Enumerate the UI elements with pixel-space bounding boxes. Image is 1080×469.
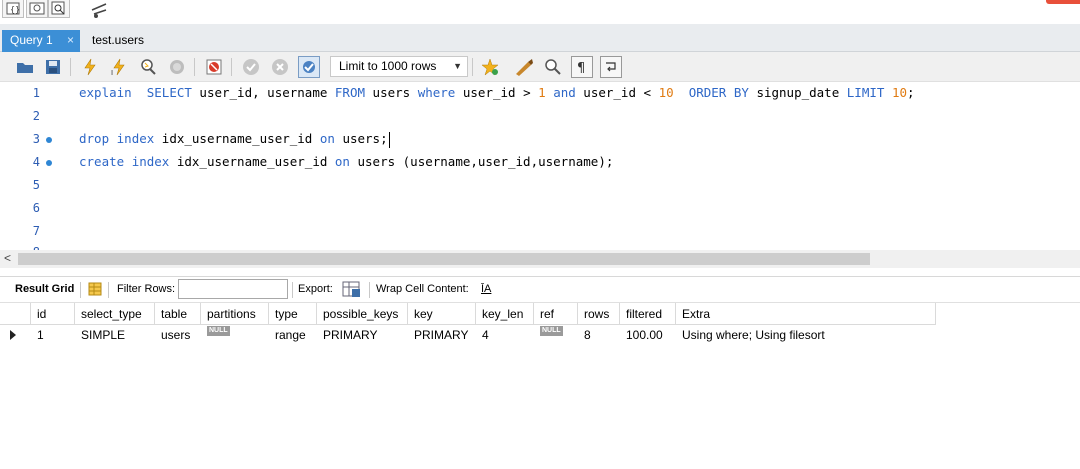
table-cell[interactable]: PRIMARY xyxy=(317,325,377,345)
code-line-3: drop index idx_username_user_id on users… xyxy=(79,131,390,148)
line-number: 7 xyxy=(32,224,40,238)
null-badge: NULL xyxy=(207,326,230,336)
query-toolbar: I Limit to 1000 rows ▼ ¶ xyxy=(0,52,1080,82)
tab-test-users[interactable]: test.users xyxy=(84,30,152,52)
wrap-icon[interactable] xyxy=(600,56,622,78)
scroll-left-icon[interactable]: < xyxy=(4,251,11,265)
row-header-corner xyxy=(0,303,31,325)
wrap-cell-icon[interactable]: ĪA xyxy=(481,283,491,295)
bookmark-star-icon[interactable] xyxy=(479,56,501,78)
statement-marker-icon xyxy=(46,160,52,166)
table-cell[interactable]: NULL xyxy=(534,325,563,345)
export-icon[interactable] xyxy=(342,280,362,301)
sql-editor[interactable]: 1 2 3 4 5 6 7 8 explain SELECT user_id, … xyxy=(0,82,1080,250)
main-toolbar: {} xyxy=(0,0,1080,24)
invisible-chars-icon[interactable]: ¶ xyxy=(571,56,593,78)
limit-rows-select[interactable]: Limit to 1000 rows ▼ xyxy=(330,56,468,77)
svg-text:{}: {} xyxy=(10,5,20,14)
table-cell[interactable]: users xyxy=(155,325,190,345)
chevron-down-icon: ▼ xyxy=(453,61,462,71)
column-header[interactable]: possible_keys xyxy=(317,303,408,325)
line-number: 4 xyxy=(32,155,40,169)
column-header[interactable]: partitions xyxy=(201,303,269,325)
column-header[interactable]: table xyxy=(155,303,201,325)
query-tab-bar: Query 1 × test.users xyxy=(0,24,1080,52)
toggle-error-icon[interactable] xyxy=(203,56,225,78)
new-query-icon[interactable]: {} xyxy=(2,0,24,18)
statement-marker-icon xyxy=(46,137,52,143)
table-cell[interactable]: 4 xyxy=(476,325,489,345)
stop-icon[interactable] xyxy=(166,56,188,78)
line-number: 6 xyxy=(32,201,40,215)
rollback-icon[interactable] xyxy=(269,56,291,78)
table-cell[interactable]: Using where; Using filesort xyxy=(676,325,825,345)
line-number: 1 xyxy=(32,86,40,100)
tab-query-1[interactable]: Query 1 × xyxy=(2,30,80,52)
limit-rows-label: Limit to 1000 rows xyxy=(339,59,437,73)
table-cell[interactable]: 8 xyxy=(578,325,591,345)
current-row-icon xyxy=(10,330,16,340)
code-line-4: create index idx_username_user_id on use… xyxy=(79,154,614,169)
table-cell[interactable]: 1 xyxy=(31,325,44,345)
tab-label: test.users xyxy=(92,33,145,47)
null-badge: NULL xyxy=(540,326,563,336)
tab-label: Query 1 xyxy=(10,33,53,47)
line-number: 5 xyxy=(32,178,40,192)
result-toolbar: Result Grid Filter Rows: Export: Wrap Ce… xyxy=(0,276,1080,302)
autocommit-icon[interactable] xyxy=(298,56,320,78)
column-header[interactable]: rows xyxy=(578,303,620,325)
commit-icon[interactable] xyxy=(240,56,262,78)
query-info-icon[interactable] xyxy=(26,0,48,18)
table-cell[interactable]: range xyxy=(269,325,306,345)
column-header[interactable]: key_len xyxy=(476,303,534,325)
scrollbar-thumb[interactable] xyxy=(18,253,870,265)
grid-view-icon[interactable] xyxy=(87,281,103,300)
export-label: Export: xyxy=(298,283,333,295)
column-header[interactable]: filtered xyxy=(620,303,676,325)
tab-close-icon[interactable]: × xyxy=(67,30,74,50)
svg-text:¶: ¶ xyxy=(577,61,585,75)
table-cell[interactable]: NULL xyxy=(201,325,230,345)
text-caret xyxy=(388,131,390,148)
open-folder-icon[interactable] xyxy=(14,56,36,78)
table-cell[interactable]: SIMPLE xyxy=(75,325,125,345)
column-header[interactable]: Extra xyxy=(676,303,936,325)
execute-icon[interactable] xyxy=(79,56,101,78)
result-grid-label[interactable]: Result Grid xyxy=(15,283,74,295)
table-cell[interactable]: PRIMARY xyxy=(408,325,468,345)
filter-rows-input[interactable] xyxy=(178,279,288,299)
line-number: 3 xyxy=(32,132,40,146)
window-close-button[interactable] xyxy=(1046,0,1080,4)
execute-current-icon[interactable]: I xyxy=(108,56,130,78)
code-line-1: explain SELECT user_id, username FROM us… xyxy=(79,85,915,100)
explain-icon[interactable] xyxy=(137,56,159,78)
line-gutter: 1 2 3 4 5 6 7 8 xyxy=(0,82,70,250)
line-number: 2 xyxy=(32,109,40,123)
filter-rows-label: Filter Rows: xyxy=(117,283,176,295)
column-header[interactable]: select_type xyxy=(75,303,155,325)
editor-horizontal-scrollbar[interactable]: < xyxy=(0,250,1080,268)
svg-text:I: I xyxy=(111,69,113,76)
inspector-icon[interactable] xyxy=(48,0,70,18)
column-header[interactable]: key xyxy=(408,303,476,325)
column-header[interactable]: id xyxy=(31,303,75,325)
column-header[interactable]: ref xyxy=(534,303,578,325)
result-grid: id select_type table partitions type pos… xyxy=(0,302,1080,469)
table-cell[interactable]: 100.00 xyxy=(620,325,663,345)
find-icon[interactable] xyxy=(542,56,564,78)
reconnect-icon[interactable] xyxy=(88,0,110,20)
beautify-icon[interactable] xyxy=(513,56,535,78)
wrap-cell-label: Wrap Cell Content: xyxy=(376,283,469,295)
save-icon[interactable] xyxy=(42,56,64,78)
column-header[interactable]: type xyxy=(269,303,317,325)
